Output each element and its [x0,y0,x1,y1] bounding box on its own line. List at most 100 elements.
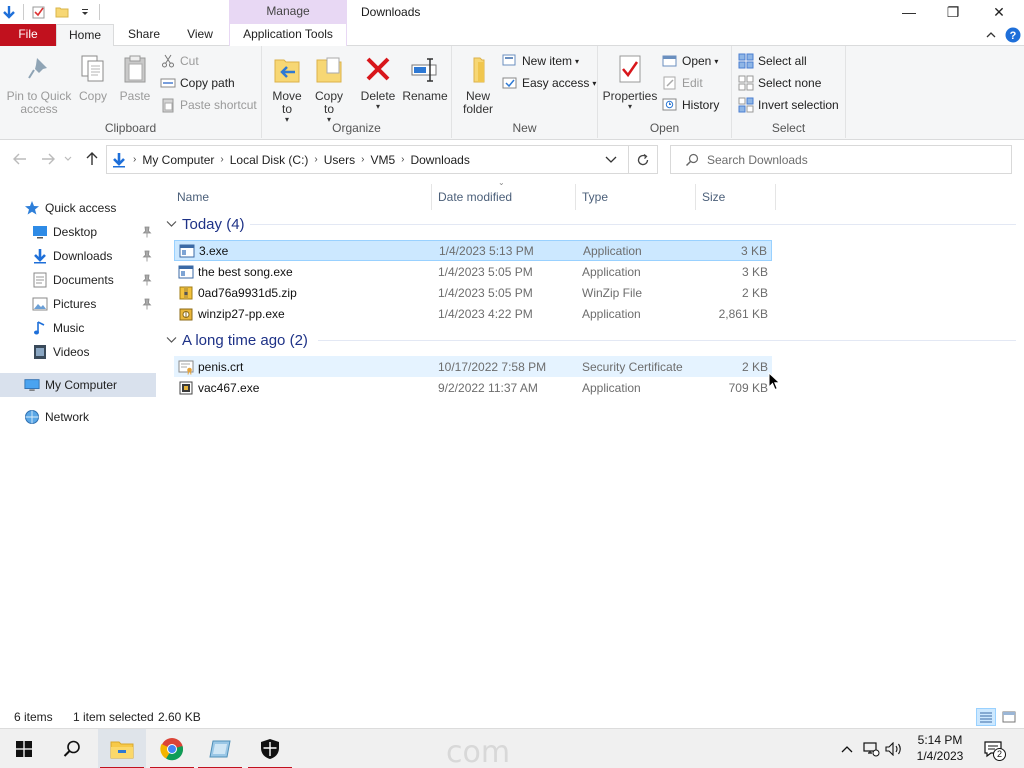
new-item-button[interactable]: New item ▾ [502,52,579,70]
file-row[interactable]: the best song.exe 1/4/2023 5:05 PM Appli… [174,261,772,282]
edit-button[interactable]: Edit [662,74,703,92]
customize-qat-icon[interactable] [76,3,94,21]
group-header-today[interactable]: Today (4) [166,213,245,235]
rename-button[interactable]: Rename [402,52,448,103]
properties-check-icon[interactable] [30,3,48,21]
tab-view[interactable]: View [174,24,226,46]
mouse-cursor-icon [768,372,781,391]
nav-music[interactable]: Music [0,316,156,340]
start-button[interactable] [0,729,48,768]
scissors-icon [160,53,176,69]
file-row[interactable]: winzip27-pp.exe 1/4/2023 4:22 PM Applica… [174,303,772,324]
tab-home[interactable]: Home [56,24,114,47]
taskbar-chrome[interactable] [148,729,196,768]
column-name[interactable]: Name [160,184,432,210]
new-folder-button[interactable]: New folder [458,52,498,116]
item-count: 6 items [14,710,53,724]
breadcrumb-users[interactable]: Users [324,153,355,167]
breadcrumb-vm5[interactable]: VM5 [370,153,395,167]
new-folder-icon[interactable] [53,3,71,21]
music-icon [32,320,48,336]
pin-quick-access-button[interactable]: Pin to Quick access [4,52,74,116]
taskbar-security[interactable] [246,729,294,768]
paste-button[interactable]: Paste [116,52,154,103]
close-button[interactable]: ✕ [976,0,1022,24]
breadcrumb-separator-icon: › [220,154,224,165]
paste-shortcut-button[interactable]: Paste shortcut [160,96,257,114]
down-arrow-icon[interactable] [0,3,18,21]
breadcrumb-downloads[interactable]: Downloads [410,153,469,167]
nav-desktop[interactable]: Desktop [0,220,156,244]
column-type[interactable]: Type [576,184,696,210]
details-view-icon[interactable] [976,708,996,726]
installer-icon [178,306,194,322]
tab-share[interactable]: Share [116,24,172,46]
refresh-icon [636,153,650,167]
file-row[interactable]: penis.crt 10/17/2022 7:58 PM Security Ce… [174,356,772,377]
address-bar[interactable]: › My Computer › Local Disk (C:) › Users … [106,145,658,174]
app-tile-icon [208,738,232,760]
help-icon[interactable]: ? [1003,24,1023,46]
taskbar-file-explorer[interactable] [98,729,146,768]
forward-arrow-icon[interactable] [38,149,58,169]
paste-icon [119,52,151,86]
address-history-chevron-icon[interactable] [605,154,617,164]
large-icons-view-icon[interactable] [999,708,1019,726]
minimize-button[interactable]: — [886,0,932,24]
pin-icon [142,274,152,286]
network-tray-icon[interactable] [860,729,882,768]
up-arrow-icon[interactable] [82,149,102,169]
clipboard-group: Pin to Quick access Copy Paste Cut Copy … [0,46,262,138]
system-clock[interactable]: 5:14 PM 1/4/2023 [906,732,974,764]
taskbar-app[interactable] [196,729,244,768]
nav-videos[interactable]: Videos [0,340,156,364]
move-to-button[interactable]: Move to ▾ [268,52,306,124]
group-header-long-time-ago[interactable]: A long time ago (2) [166,329,308,351]
breadcrumb-my-computer[interactable]: My Computer [142,153,214,167]
copy-button[interactable]: Copy [74,52,112,103]
properties-button[interactable]: Properties ▾ [602,52,658,111]
selection-count: 1 item selected [73,710,154,724]
nav-downloads[interactable]: Downloads [0,244,156,268]
column-date-modified[interactable]: Date modified [432,184,576,210]
file-row[interactable]: vac467.exe 9/2/2022 11:37 AM Application… [174,377,772,398]
cut-button[interactable]: Cut [160,52,199,70]
tab-application-tools[interactable]: Application Tools [229,24,347,46]
maximize-button[interactable]: ❐ [930,0,976,24]
new-group-label: New [512,121,537,135]
search-taskbar-button[interactable] [48,729,96,768]
select-none-button[interactable]: Select none [738,74,821,92]
back-arrow-icon[interactable] [10,149,30,169]
file-row[interactable]: 0ad76a9931d5.zip 1/4/2023 5:05 PM WinZip… [174,282,772,303]
search-box[interactable]: Search Downloads [670,145,1012,174]
recent-locations-icon[interactable] [62,149,74,169]
history-button[interactable]: History [662,96,719,114]
file-row[interactable]: 3.exe 1/4/2023 5:13 PM Application 3 KB [174,240,772,261]
nav-network[interactable]: Network [0,405,156,429]
open-group-label: Open [649,121,680,135]
computer-icon [24,377,40,393]
column-size[interactable]: Size [696,184,776,210]
easy-access-button[interactable]: Easy access ▾ [502,74,596,92]
nav-pictures[interactable]: Pictures [0,292,156,316]
tab-file[interactable]: File [0,24,56,46]
select-all-button[interactable]: Select all [738,52,807,70]
nav-quick-access[interactable]: Quick access [0,196,156,220]
chrome-icon [160,737,184,761]
invert-selection-button[interactable]: Invert selection [738,96,839,114]
copy-to-button[interactable]: Copy to ▾ [310,52,348,124]
breadcrumb-local-disk[interactable]: Local Disk (C:) [230,153,309,167]
copy-path-button[interactable]: Copy path [160,74,235,92]
nav-my-computer[interactable]: My Computer [0,373,156,397]
refresh-button[interactable] [628,145,658,174]
collapse-ribbon-icon[interactable] [982,24,1000,46]
open-button[interactable]: Open ▾ [662,52,718,70]
show-hidden-icons-chevron-icon[interactable] [838,729,856,768]
nav-documents[interactable]: Documents [0,268,156,292]
volume-icon[interactable] [884,729,904,768]
notifications-button[interactable]: 2 [978,729,1008,768]
group-divider [250,224,1016,225]
new-folder-large-icon [462,52,494,86]
delete-button[interactable]: Delete ▾ [358,52,398,111]
documents-icon [32,272,48,288]
